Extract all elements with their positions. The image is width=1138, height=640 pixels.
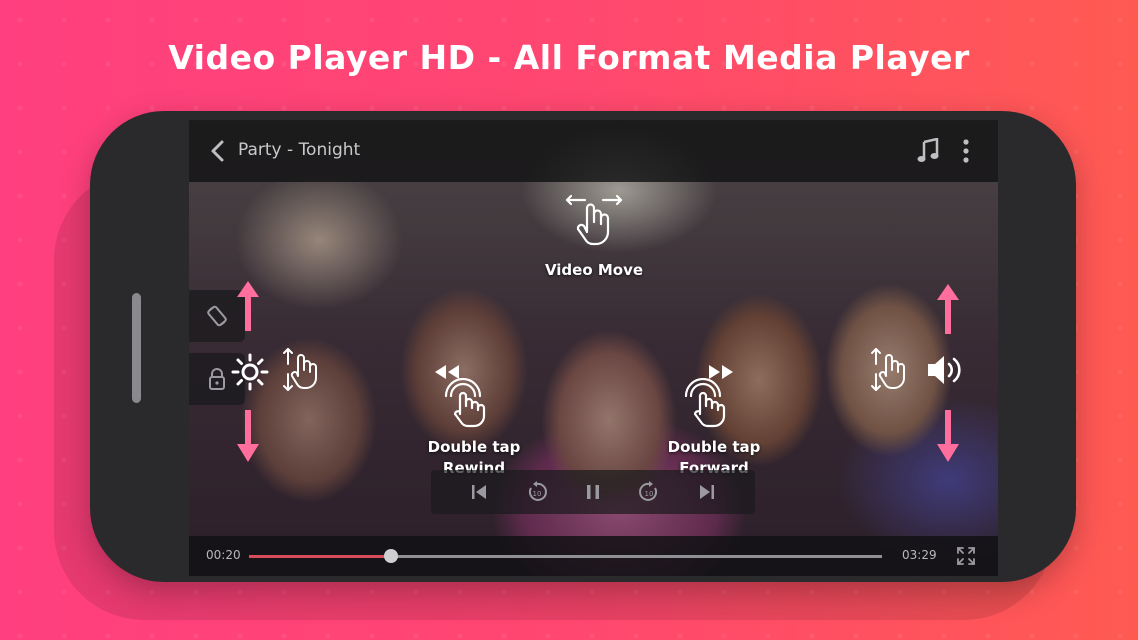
current-time: 00:20	[206, 548, 241, 562]
double-tap-hand-icon	[684, 378, 726, 428]
seek-progress	[249, 555, 392, 558]
volume-up-arrow-icon	[937, 284, 959, 334]
double-tap-hand-icon	[444, 378, 486, 428]
speaker-icon	[928, 356, 961, 384]
swipe-horizontal-hand-icon	[565, 194, 623, 246]
lock-icon	[209, 368, 225, 390]
brightness-down-arrow-icon	[237, 410, 259, 462]
music-note-icon[interactable]	[917, 138, 939, 164]
seek-thumb[interactable]	[384, 549, 399, 563]
previous-track-icon[interactable]	[467, 480, 491, 504]
volume-down-arrow-icon	[937, 410, 959, 462]
seek-bar[interactable]	[249, 549, 882, 563]
player-top-bar: Party - Tonight	[189, 120, 998, 182]
video-title: Party - Tonight	[238, 140, 361, 160]
video-move-label: Video Move	[544, 261, 644, 279]
forward-10-icon[interactable]: 10	[637, 480, 661, 504]
more-vertical-icon[interactable]	[961, 138, 971, 164]
svg-text:10: 10	[645, 490, 654, 498]
swipe-vertical-hand-icon	[283, 348, 317, 391]
forward-label-line1: Double tap	[667, 438, 761, 456]
rotate-screen-icon	[207, 305, 227, 327]
swipe-vertical-hand-icon	[871, 348, 905, 391]
next-track-icon[interactable]	[695, 480, 719, 504]
svg-text:10: 10	[533, 490, 542, 498]
chevron-left-icon[interactable]	[207, 139, 229, 163]
rewind-10-icon[interactable]: 10	[525, 480, 549, 504]
player-screen[interactable]: Party - Tonight Video Move Double tap Re…	[189, 120, 998, 576]
brightness-up-arrow-icon	[237, 281, 259, 331]
phone-home-button	[132, 293, 141, 403]
promo-headline: Video Player HD - All Format Media Playe…	[168, 38, 970, 77]
pause-icon[interactable]	[581, 480, 605, 504]
sun-icon	[231, 353, 269, 391]
player-bottom-bar: 00:20 03:29	[189, 536, 998, 576]
fullscreen-icon[interactable]	[956, 546, 976, 566]
rewind-label-line1: Double tap	[427, 438, 521, 456]
duration: 03:29	[902, 548, 937, 562]
playback-controls: 10 10	[431, 470, 755, 514]
